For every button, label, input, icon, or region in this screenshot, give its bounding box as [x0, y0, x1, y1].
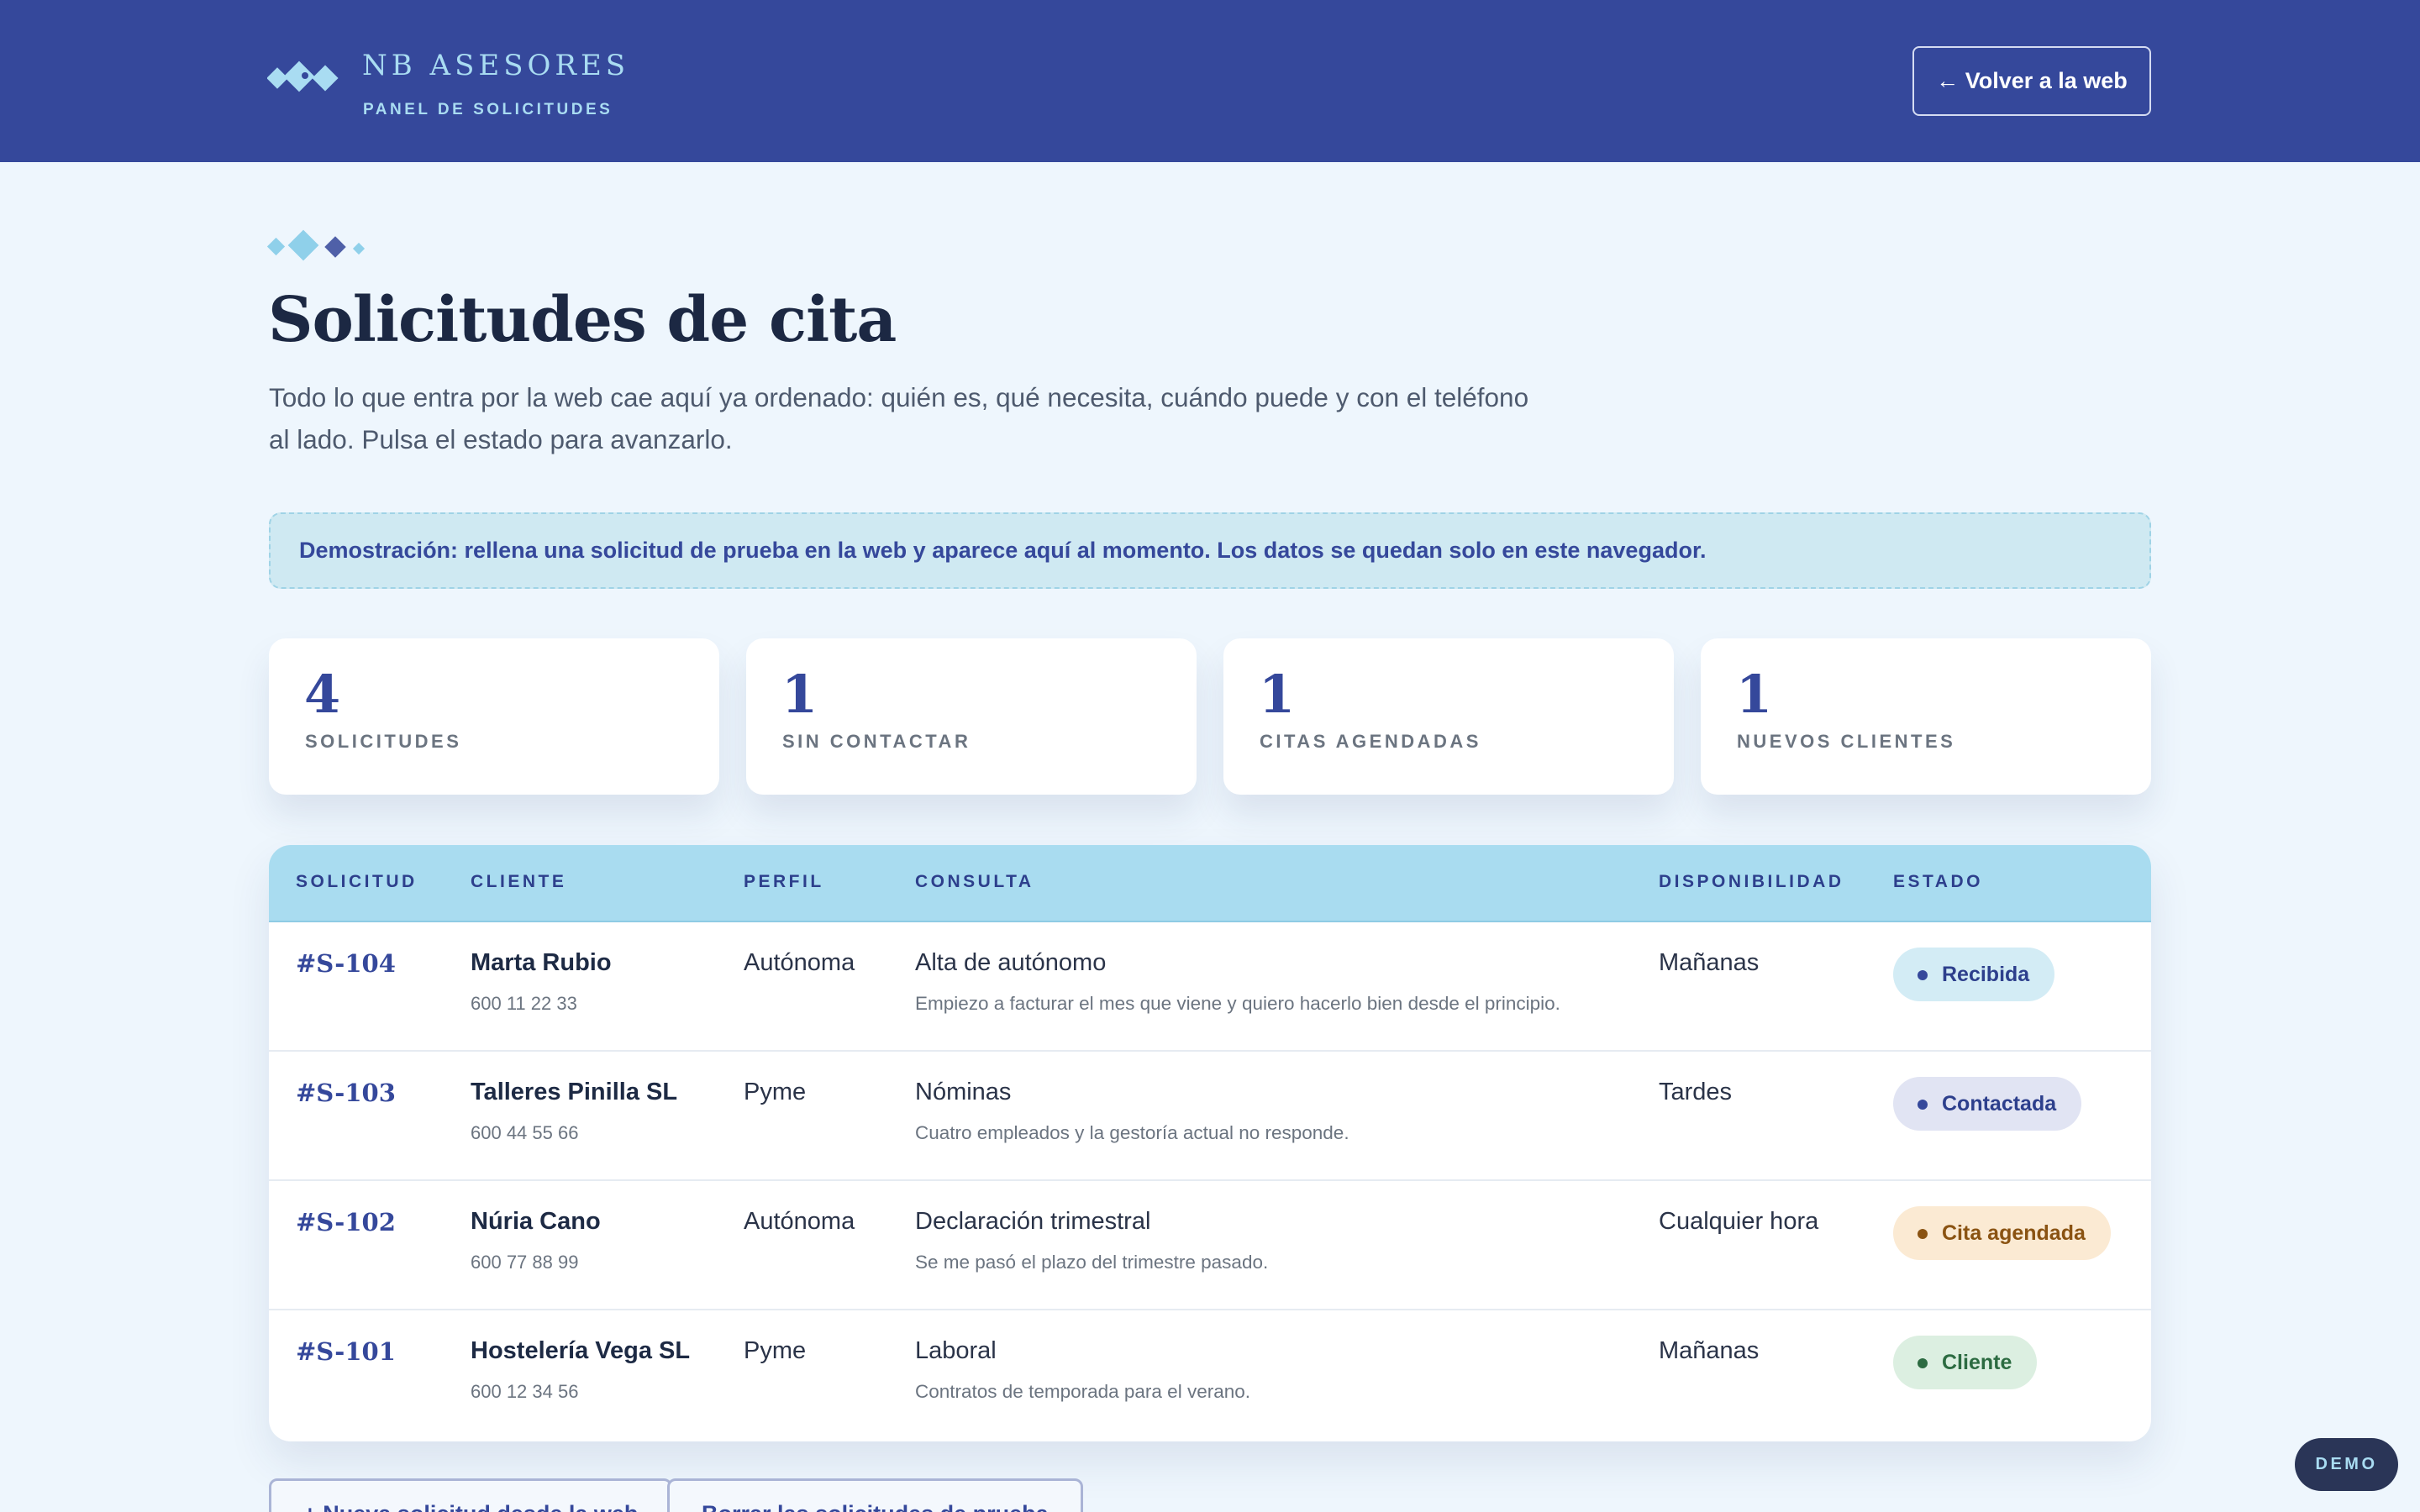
availability: Tardes — [1659, 1079, 1733, 1105]
status-dot-icon — [1918, 970, 1928, 980]
availability: Mañanas — [1659, 1337, 1760, 1364]
stat-value: 1 — [781, 664, 818, 725]
client-profile: Autónoma — [744, 1208, 855, 1235]
request-topic: Nóminas — [915, 1079, 1012, 1105]
brand-name: NB ASESORES — [362, 49, 630, 82]
column-header-solicitud: SOLICITUD — [296, 872, 418, 891]
status-label: Contactada — [1942, 1091, 2057, 1116]
column-header-estado: ESTADO — [1893, 872, 1983, 891]
status-label: Cita agendada — [1942, 1221, 2086, 1245]
stat-label: NUEVOS CLIENTES — [1737, 731, 1956, 752]
status-badge[interactable]: Cita agendada — [1893, 1206, 2111, 1260]
request-topic: Declaración trimestral — [915, 1208, 1151, 1235]
stat-label: SOLICITUDES — [305, 731, 462, 752]
stat-value: 4 — [304, 664, 341, 725]
page-intro: Todo lo que entra por la web cae aquí ya… — [269, 382, 1529, 454]
client-name: Marta Rubio — [471, 949, 612, 976]
request-id: #S-102 — [296, 1208, 396, 1236]
request-detail: Se me pasó el plazo del trimestre pasado… — [915, 1252, 1269, 1273]
top-header: NB ASESORES PANEL DE SOLICITUDES ← Volve… — [0, 0, 2420, 162]
client-profile: Pyme — [744, 1079, 807, 1105]
stat-card-nuevos-clientes: 1 NUEVOS CLIENTES — [1701, 638, 2151, 795]
client-name: Hostelería Vega SL — [471, 1337, 691, 1364]
stat-value: 1 — [1736, 664, 1773, 725]
status-badge[interactable]: Cliente — [1893, 1336, 2038, 1389]
availability: Cualquier hora — [1659, 1208, 1819, 1235]
availability: Mañanas — [1659, 949, 1760, 976]
status-badge[interactable]: Contactada — [1893, 1077, 2082, 1131]
stat-value: 1 — [1259, 664, 1296, 725]
status-dot-icon — [1918, 1229, 1928, 1239]
column-header-consulta: CONSULTA — [915, 872, 1034, 891]
page-title: Solicitudes de cita — [268, 284, 897, 356]
client-name: Núria Cano — [471, 1208, 601, 1235]
stat-card-sin-contactar: 1 SIN CONTACTAR — [746, 638, 1197, 795]
stat-label: SIN CONTACTAR — [782, 731, 971, 752]
clear-test-requests-button[interactable]: Borrar las solicitudes de prueba — [667, 1478, 1083, 1512]
client-profile: Pyme — [744, 1337, 807, 1364]
requests-table: SOLICITUD CLIENTE PERFIL CONSULTA DISPON… — [269, 845, 2151, 1441]
column-header-perfil: PERFIL — [744, 872, 824, 891]
column-header-cliente: CLIENTE — [471, 872, 567, 891]
client-phone: 600 12 34 56 — [471, 1381, 579, 1402]
table-row: #S-104 Marta Rubio 600 11 22 33 Autónoma… — [269, 922, 2151, 1052]
request-detail: Contratos de temporada para el verano. — [915, 1381, 1250, 1402]
table-row: #S-102 Núria Cano 600 77 88 99 Autónoma … — [269, 1181, 2151, 1310]
stat-card-solicitudes: 4 SOLICITUDES — [269, 638, 719, 795]
diamonds-decoration-icon — [266, 229, 366, 261]
demo-badge[interactable]: DEMO — [2295, 1438, 2398, 1491]
stat-label: CITAS AGENDADAS — [1260, 731, 1481, 752]
request-detail: Cuatro empleados y la gestoría actual no… — [915, 1122, 1349, 1143]
status-badge[interactable]: Recibida — [1893, 948, 2055, 1001]
client-phone: 600 11 22 33 — [471, 993, 577, 1014]
request-id: #S-103 — [296, 1079, 396, 1107]
client-profile: Autónoma — [744, 949, 855, 976]
brand-subtitle: PANEL DE SOLICITUDES — [363, 101, 613, 118]
back-to-web-button[interactable]: ← Volver a la web — [1912, 46, 2151, 116]
new-request-button[interactable]: + Nueva solicitud desde la web — [269, 1478, 673, 1512]
table-header: SOLICITUD CLIENTE PERFIL CONSULTA DISPON… — [269, 845, 2151, 922]
client-phone: 600 44 55 66 — [471, 1122, 579, 1143]
status-dot-icon — [1918, 1100, 1928, 1110]
client-name: Talleres Pinilla SL — [471, 1079, 678, 1105]
client-phone: 600 77 88 99 — [471, 1252, 579, 1273]
stat-card-citas-agendadas: 1 CITAS AGENDADAS — [1223, 638, 1674, 795]
status-label: Recibida — [1942, 962, 2030, 986]
demo-notice: Demostración: rellena una solicitud de p… — [269, 512, 2151, 589]
diamonds-logo-icon — [267, 60, 339, 92]
request-topic: Laboral — [915, 1337, 997, 1364]
column-header-disponibilidad: DISPONIBILIDAD — [1659, 872, 1844, 891]
request-id: #S-101 — [296, 1337, 396, 1366]
request-id: #S-104 — [296, 949, 396, 978]
status-label: Cliente — [1942, 1350, 2012, 1374]
table-row: #S-103 Talleres Pinilla SL 600 44 55 66 … — [269, 1052, 2151, 1181]
status-dot-icon — [1918, 1358, 1928, 1368]
request-topic: Alta de autónomo — [915, 949, 1107, 976]
table-row: #S-101 Hostelería Vega SL 600 12 34 56 P… — [269, 1310, 2151, 1440]
request-detail: Empiezo a facturar el mes que viene y qu… — [915, 993, 1560, 1014]
